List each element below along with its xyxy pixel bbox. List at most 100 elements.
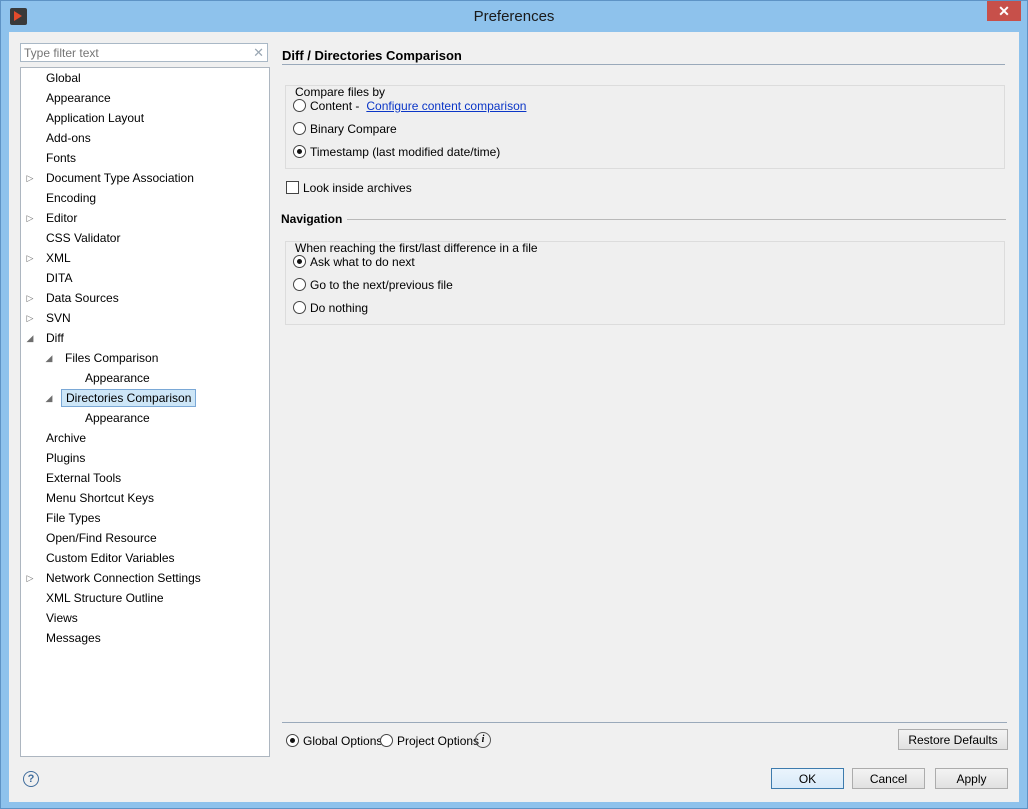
tree-item[interactable]: Views: [21, 608, 269, 628]
tree-item[interactable]: Open/Find Resource: [21, 528, 269, 548]
expanded-arrow-icon[interactable]: ◢: [25, 328, 35, 348]
collapsed-arrow-icon[interactable]: ▷: [25, 208, 35, 228]
content-radio[interactable]: [293, 99, 306, 113]
tree-item-label: Add-ons: [46, 131, 91, 145]
close-button[interactable]: ✕: [987, 1, 1021, 21]
collapsed-arrow-icon[interactable]: ▷: [25, 248, 35, 268]
window-title: Preferences: [473, 8, 555, 25]
info-icon[interactable]: i: [475, 732, 491, 748]
clear-filter-icon[interactable]: ✕: [253, 44, 264, 61]
filter-box: ✕: [20, 43, 268, 62]
tree-item[interactable]: Messages: [21, 628, 269, 648]
tree-item[interactable]: External Tools: [21, 468, 269, 488]
tree-item-label: Files Comparison: [65, 351, 159, 365]
tree-item[interactable]: Appearance: [21, 368, 269, 388]
collapsed-arrow-icon[interactable]: ▷: [25, 288, 35, 308]
timestamp-label: Timestamp (last modified date/time): [310, 145, 501, 159]
tree-item[interactable]: Encoding: [21, 188, 269, 208]
tree-item[interactable]: ▷ Editor: [21, 208, 269, 228]
tree-item-label: CSS Validator: [46, 231, 121, 245]
tree-item[interactable]: Custom Editor Variables: [21, 548, 269, 568]
tree-item-label: XML Structure Outline: [46, 591, 164, 605]
global-options-option[interactable]: Global Options: [286, 732, 382, 750]
tree-item[interactable]: Application Layout: [21, 108, 269, 128]
tree-item[interactable]: ◢ Directories Comparison: [21, 388, 269, 408]
tree-item-label: Appearance: [46, 91, 111, 105]
timestamp-radio[interactable]: [293, 145, 306, 159]
look-inside-archives-checkbox[interactable]: [286, 181, 299, 195]
binary-compare-label: Binary Compare: [310, 122, 397, 136]
tree-item-label: Document Type Association: [46, 171, 194, 185]
goto-next-radio[interactable]: [293, 278, 306, 292]
tree-item[interactable]: Appearance: [21, 408, 269, 428]
ask-label: Ask what to do next: [310, 255, 415, 269]
look-inside-archives-option[interactable]: Look inside archives: [286, 179, 412, 197]
tree-item[interactable]: Archive: [21, 428, 269, 448]
tree-item-label: Views: [46, 611, 78, 625]
dialog-body: ✕ Global Appearance Application Layout Add-…: [9, 32, 1019, 802]
tree-item[interactable]: ▷ Data Sources: [21, 288, 269, 308]
global-options-radio[interactable]: [286, 734, 299, 748]
tree-item-label: XML: [46, 251, 71, 265]
goto-next-option[interactable]: Go to the next/previous file: [293, 276, 453, 294]
tree-item-label: Messages: [46, 631, 101, 645]
tree-item-label: DITA: [46, 271, 73, 285]
navigation-divider: [347, 219, 1006, 220]
preferences-tree: Global Appearance Application Layout Add-on…: [20, 67, 270, 757]
tree-item-label: Directories Comparison: [61, 389, 197, 407]
options-divider: [282, 722, 1007, 723]
tree-item-label: Appearance: [85, 371, 150, 385]
tree-item[interactable]: Plugins: [21, 448, 269, 468]
ask-radio[interactable]: [293, 255, 306, 269]
tree-item-label: Appearance: [85, 411, 150, 425]
do-nothing-radio[interactable]: [293, 301, 306, 315]
collapsed-arrow-icon[interactable]: ▷: [25, 168, 35, 188]
navigation-title: Navigation: [281, 212, 343, 226]
tree-item[interactable]: ◢ Files Comparison: [21, 348, 269, 368]
tree-item[interactable]: Add-ons: [21, 128, 269, 148]
content-label: Content -: [310, 99, 360, 113]
project-options-option[interactable]: Project Options: [380, 732, 479, 750]
restore-defaults-button[interactable]: Restore Defaults: [898, 729, 1008, 750]
cancel-button[interactable]: Cancel: [852, 768, 925, 789]
tree-item[interactable]: Global: [21, 68, 269, 88]
collapsed-arrow-icon[interactable]: ▷: [25, 568, 35, 588]
configure-content-comparison-link[interactable]: Configure content comparison: [366, 99, 526, 113]
project-options-label: Project Options: [397, 734, 480, 748]
tree-item-label: Archive: [46, 431, 87, 445]
tree-item-label: Network Connection Settings: [46, 571, 201, 585]
tree-item[interactable]: Fonts: [21, 148, 269, 168]
preferences-window: Preferences ✕ ✕ Global Appearance Applicat…: [0, 0, 1028, 809]
tree-item[interactable]: ◢ Diff: [21, 328, 269, 348]
collapsed-arrow-icon[interactable]: ▷: [25, 308, 35, 328]
binary-compare-radio[interactable]: [293, 122, 306, 136]
tree-item[interactable]: XML Structure Outline: [21, 588, 269, 608]
tree-item[interactable]: File Types: [21, 508, 269, 528]
tree-item-label: Open/Find Resource: [46, 531, 157, 545]
expanded-arrow-icon[interactable]: ◢: [44, 388, 54, 408]
tree-item[interactable]: Appearance: [21, 88, 269, 108]
binary-compare-option[interactable]: Binary Compare: [293, 120, 397, 138]
tree-item[interactable]: ▷ Document Type Association: [21, 168, 269, 188]
tree-item-label: Editor: [46, 211, 78, 225]
goto-next-label: Go to the next/previous file: [310, 278, 453, 292]
tree-item-label: Custom Editor Variables: [46, 551, 175, 565]
apply-button[interactable]: Apply: [935, 768, 1008, 789]
tree-item[interactable]: ▷ Network Connection Settings: [21, 568, 269, 588]
project-options-radio[interactable]: [380, 734, 393, 748]
page-title-divider: [282, 64, 1005, 65]
tree-item[interactable]: CSS Validator: [21, 228, 269, 248]
content-option[interactable]: Content - Configure content comparison: [293, 97, 526, 115]
ask-option[interactable]: Ask what to do next: [293, 253, 415, 271]
tree-item[interactable]: Menu Shortcut Keys: [21, 488, 269, 508]
expanded-arrow-icon[interactable]: ◢: [44, 348, 54, 368]
help-icon[interactable]: ?: [23, 771, 39, 787]
tree-item[interactable]: DITA: [21, 268, 269, 288]
ok-button[interactable]: OK: [771, 768, 844, 789]
do-nothing-option[interactable]: Do nothing: [293, 299, 368, 317]
timestamp-option[interactable]: Timestamp (last modified date/time): [293, 143, 500, 161]
tree-item[interactable]: ▷ SVN: [21, 308, 269, 328]
tree-item-label: Plugins: [46, 451, 86, 465]
tree-item[interactable]: ▷ XML: [21, 248, 269, 268]
filter-input[interactable]: [21, 44, 247, 61]
